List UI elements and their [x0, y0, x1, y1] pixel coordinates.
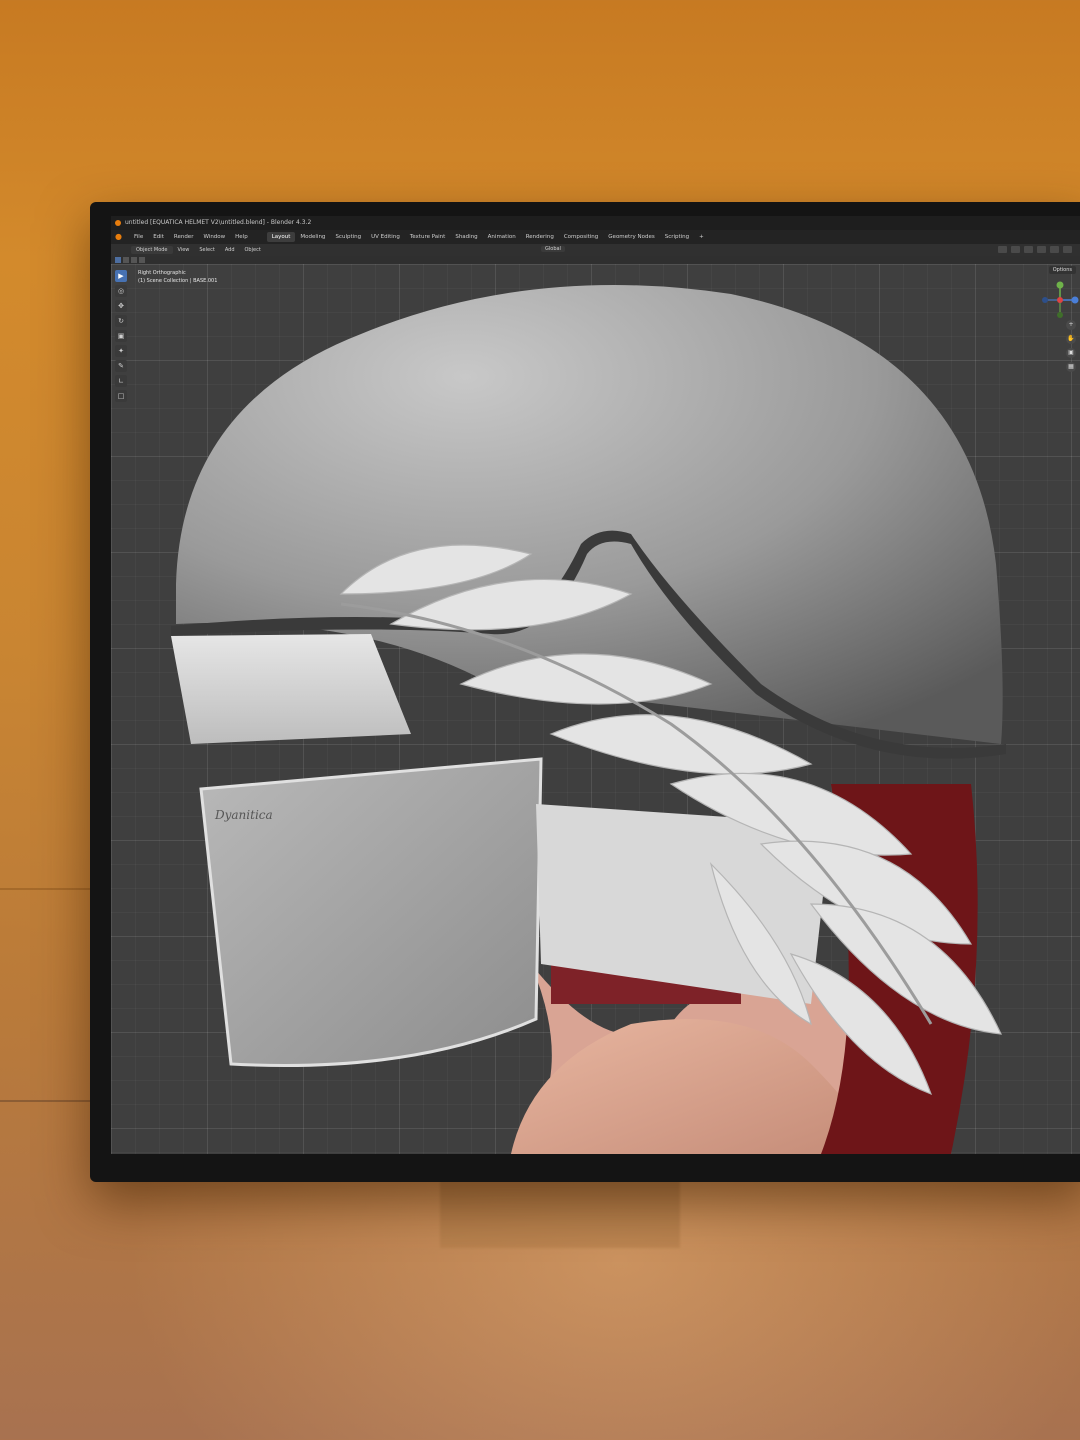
wireframe-shading-icon[interactable] [1024, 246, 1033, 253]
tab-sculpting[interactable]: Sculpting [330, 232, 366, 242]
cursor-tool-icon[interactable]: ◎ [115, 285, 127, 297]
camera-view-icon[interactable]: ▣ [1066, 348, 1076, 358]
xray-toggle-icon[interactable] [1011, 246, 1020, 253]
add-cube-tool-icon[interactable]: □ [115, 390, 127, 402]
select-extend-icon[interactable] [123, 257, 129, 263]
move-tool-icon[interactable]: ✥ [115, 300, 127, 312]
select-subtract-icon[interactable] [131, 257, 137, 263]
solid-shading-icon[interactable] [1037, 246, 1046, 253]
window-title: untitled [EQUATICA HELMET V2\untitled.bl… [125, 219, 312, 226]
helmet-model: Dyanitica [171, 285, 1006, 1154]
menu-file[interactable]: File [129, 234, 148, 240]
add-workspace-button[interactable]: + [694, 232, 709, 242]
select-intersect-icon[interactable] [139, 257, 145, 263]
monitor-stand-shadow [440, 1178, 680, 1248]
tab-geometry-nodes[interactable]: Geometry Nodes [603, 232, 659, 242]
object-mode-dropdown[interactable]: Object Mode [131, 246, 173, 254]
header-menu-object[interactable]: Object [240, 247, 266, 253]
select-box-tool-icon[interactable]: ▶ [115, 270, 127, 282]
view-name-label: Right Orthographic [138, 270, 186, 276]
transform-tool-icon[interactable]: ✦ [115, 345, 127, 357]
tab-scripting[interactable]: Scripting [660, 232, 694, 242]
tool-shelf: ▶ ◎ ✥ ↻ ▣ ✦ ✎ ∟ □ [115, 270, 129, 402]
tab-modeling[interactable]: Modeling [295, 232, 330, 242]
select-new-icon[interactable] [115, 257, 121, 263]
measure-tool-icon[interactable]: ∟ [115, 375, 127, 387]
tab-texture-paint[interactable]: Texture Paint [405, 232, 451, 242]
pan-hand-icon[interactable]: ✋ [1066, 334, 1076, 344]
menu-edit[interactable]: Edit [148, 234, 169, 240]
tab-compositing[interactable]: Compositing [559, 232, 603, 242]
desk-edge-lower [0, 1100, 100, 1102]
header-menu-select[interactable]: Select [194, 247, 219, 253]
material-shading-icon[interactable] [1050, 246, 1059, 253]
scale-tool-icon[interactable]: ▣ [115, 330, 127, 342]
header-menu-add[interactable]: Add [220, 247, 240, 253]
tab-uv-editing[interactable]: UV Editing [366, 232, 405, 242]
top-menu-bar: ● File Edit Render Window Help Layout Mo… [111, 230, 1080, 244]
rotate-tool-icon[interactable]: ↻ [115, 315, 127, 327]
collection-label: (1) Scene Collection | BASE.001 [138, 278, 218, 284]
tab-animation[interactable]: Animation [483, 232, 521, 242]
window-title-bar: untitled [EQUATICA HELMET V2\untitled.bl… [111, 216, 1080, 230]
brow-band [171, 634, 411, 744]
navigation-gizmo-icon[interactable] [1040, 280, 1080, 320]
laurel-leaf [549, 714, 813, 775]
viewport-header: Object Mode View Select Add Object Globa… [111, 244, 1080, 256]
menu-help[interactable]: Help [230, 234, 253, 240]
desk-edge [0, 888, 100, 890]
zoom-icon[interactable]: + [1066, 320, 1076, 330]
3d-viewport[interactable]: Dyanitica ▶ ◎ ✥ ↻ ▣ ✦ ✎ ∟ □ Right Orthog… [111, 264, 1080, 1154]
selection-mode-bar [111, 256, 1080, 264]
tab-layout[interactable]: Layout [266, 232, 296, 242]
tab-shading[interactable]: Shading [450, 232, 482, 242]
tab-rendering[interactable]: Rendering [521, 232, 559, 242]
blender-app-icon [115, 220, 121, 226]
options-dropdown[interactable]: Options [1048, 266, 1076, 274]
viewport-nav-buttons: + ✋ ▣ ▦ [1066, 320, 1076, 372]
perspective-toggle-icon[interactable]: ▦ [1066, 362, 1076, 372]
overlay-toggle-icon[interactable] [998, 246, 1007, 253]
header-menu-view[interactable]: View [173, 247, 195, 253]
annotate-tool-icon[interactable]: ✎ [115, 360, 127, 372]
transform-orientation-dropdown[interactable]: Global [541, 246, 565, 252]
menu-window[interactable]: Window [198, 234, 230, 240]
shading-mode-buttons [998, 246, 1072, 253]
rendered-shading-icon[interactable] [1063, 246, 1072, 253]
blender-window: untitled [EQUATICA HELMET V2\untitled.bl… [111, 216, 1080, 1154]
visor-plate [199, 757, 543, 1068]
visor-signature: Dyanitica [214, 808, 273, 822]
blender-logo-icon[interactable]: ● [115, 232, 129, 242]
menu-render[interactable]: Render [169, 234, 199, 240]
